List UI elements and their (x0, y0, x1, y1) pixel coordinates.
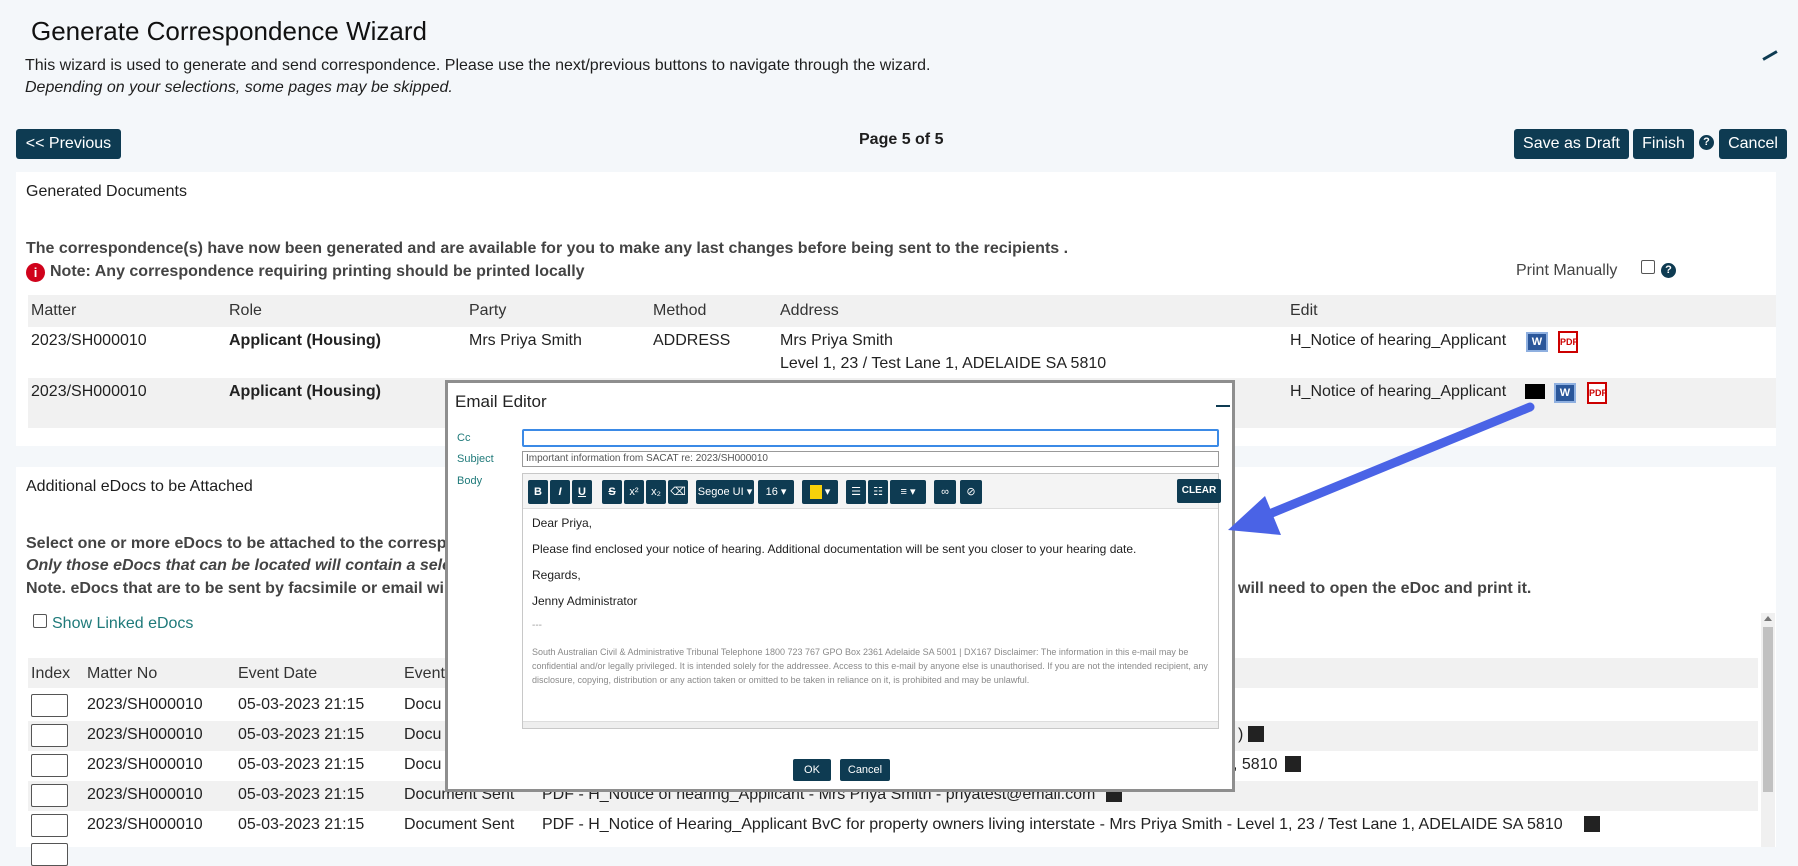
arrow-shaft (1257, 402, 1535, 522)
annotation-arrow (1228, 402, 1535, 535)
